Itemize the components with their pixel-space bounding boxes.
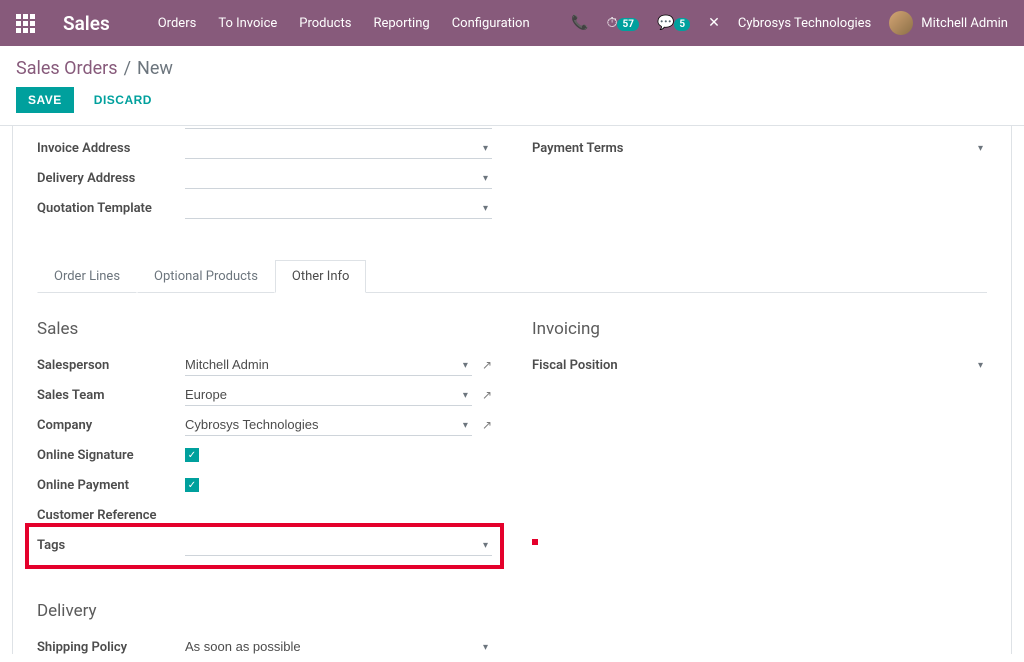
shipping-policy-input[interactable]	[185, 636, 492, 654]
salesperson-input[interactable]	[185, 354, 472, 376]
action-bar: SAVE DISCARD	[0, 87, 1024, 125]
nav-products[interactable]: Products	[299, 16, 351, 31]
sales-section-title: Sales	[37, 319, 492, 339]
fiscal-position-input[interactable]	[680, 355, 987, 376]
topbar-right: 📞 ⏱57 💬5 ✕ Cybrosys Technologies Mitchel…	[571, 11, 1008, 35]
shipping-policy-label: Shipping Policy	[37, 640, 185, 655]
user-name: Mitchell Admin	[921, 16, 1008, 31]
phone-icon[interactable]: 📞	[571, 15, 588, 31]
breadcrumb: Sales Orders / New	[0, 46, 1024, 87]
timer-icon[interactable]: ⏱57	[607, 15, 639, 31]
brand: Sales	[63, 12, 110, 35]
customer-input[interactable]	[185, 126, 492, 129]
chat-icon[interactable]: 💬5	[657, 15, 690, 31]
save-button[interactable]: SAVE	[16, 87, 74, 113]
online-signature-label: Online Signature	[37, 448, 185, 463]
quotation-template-label: Quotation Template	[37, 201, 185, 216]
tab-order-lines[interactable]: Order Lines	[37, 260, 137, 293]
tabs: Order Lines Optional Products Other Info	[37, 260, 987, 293]
breadcrumb-current: New	[137, 58, 173, 79]
tags-label: Tags	[37, 538, 185, 553]
breadcrumb-separator: /	[124, 58, 131, 79]
apps-icon[interactable]	[16, 14, 35, 33]
nav-to-invoice[interactable]: To Invoice	[218, 16, 277, 31]
avatar	[889, 11, 913, 35]
fiscal-position-label: Fiscal Position	[532, 358, 680, 373]
company-name[interactable]: Cybrosys Technologies	[738, 16, 871, 31]
payment-terms-label: Payment Terms	[532, 141, 680, 156]
tags-input[interactable]	[185, 534, 492, 556]
external-link-icon[interactable]: ↗	[482, 418, 492, 432]
online-payment-checkbox[interactable]: ✓	[185, 478, 199, 492]
delivery-section-title: Delivery	[37, 601, 492, 621]
tags-highlight: Tags ▾	[25, 523, 504, 569]
external-link-icon[interactable]: ↗	[482, 358, 492, 372]
form-scroll[interactable]: Customer ▾ Invoice Address ▾ Delivery Ad…	[0, 126, 1024, 654]
user-menu[interactable]: Mitchell Admin	[889, 11, 1008, 35]
invoicing-section-title: Invoicing	[532, 319, 987, 339]
breadcrumb-parent[interactable]: Sales Orders	[16, 58, 118, 79]
tools-icon[interactable]: ✕	[708, 15, 720, 31]
company-label: Company	[37, 418, 185, 433]
expiration-input[interactable]	[680, 126, 987, 129]
nav-links: Orders To Invoice Products Reporting Con…	[158, 16, 530, 31]
online-payment-label: Online Payment	[37, 478, 185, 493]
form-sheet: Customer ▾ Invoice Address ▾ Delivery Ad…	[12, 126, 1012, 654]
online-signature-checkbox[interactable]: ✓	[185, 448, 199, 462]
invoice-address-input[interactable]	[185, 137, 492, 159]
nav-orders[interactable]: Orders	[158, 16, 197, 31]
nav-reporting[interactable]: Reporting	[373, 16, 429, 31]
invoice-address-label: Invoice Address	[37, 141, 185, 156]
nav-configuration[interactable]: Configuration	[452, 16, 530, 31]
annotation-dot	[532, 539, 538, 545]
company-input[interactable]	[185, 414, 472, 436]
topbar: Sales Orders To Invoice Products Reporti…	[0, 0, 1024, 46]
salesperson-label: Salesperson	[37, 358, 185, 373]
quotation-template-input[interactable]	[185, 197, 492, 219]
delivery-address-label: Delivery Address	[37, 171, 185, 186]
discard-button[interactable]: DISCARD	[82, 87, 164, 113]
external-link-icon[interactable]: ↗	[482, 388, 492, 402]
tab-other-info[interactable]: Other Info	[275, 260, 367, 293]
customer-reference-label: Customer Reference	[37, 508, 185, 523]
sales-team-input[interactable]	[185, 384, 472, 406]
delivery-address-input[interactable]	[185, 167, 492, 189]
sales-team-label: Sales Team	[37, 388, 185, 403]
tab-optional-products[interactable]: Optional Products	[137, 260, 275, 293]
payment-terms-input[interactable]	[680, 138, 987, 159]
chat-badge: 5	[674, 18, 690, 31]
timer-badge: 57	[617, 18, 638, 31]
